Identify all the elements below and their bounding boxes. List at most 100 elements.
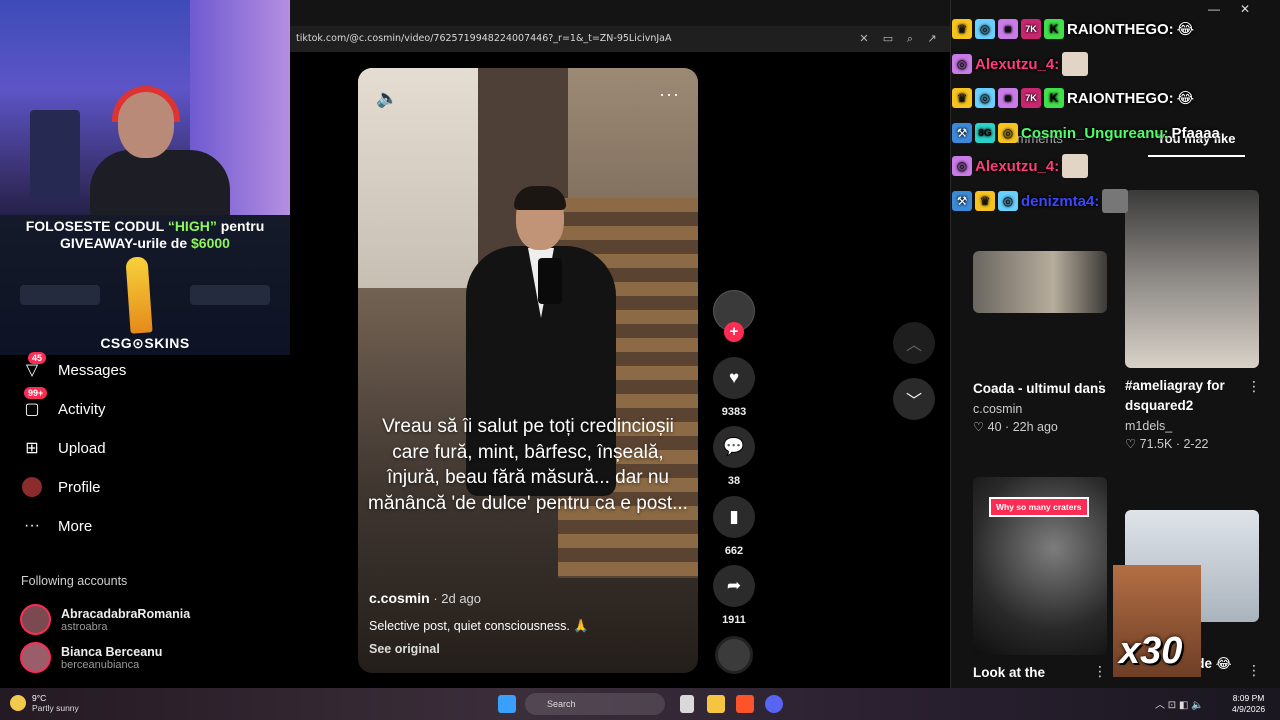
task-view-icon[interactable] [680,695,694,713]
mute-tab-icon[interactable]: ✕ [856,31,872,47]
card-user[interactable]: c.cosmin [973,402,1107,416]
emote-icon [1102,189,1129,213]
sub-badge-icon: 7K [1021,19,1041,39]
crown-badge-icon: ♛ [975,191,995,211]
brave-browser-icon[interactable] [736,695,754,713]
card-title[interactable]: Look at the [973,663,1107,683]
emote-multiplier: x30 [1119,630,1183,672]
video-description: Selective post, quiet consciousness. 🙏 [369,619,589,633]
chevron-down-icon: ﹀ [905,393,922,410]
messages-icon: ▽ 45 [20,352,47,382]
card-more-icon[interactable]: ⋮ [1093,378,1107,395]
card-more-icon[interactable]: ⋮ [1247,378,1261,395]
author-name[interactable]: c.cosmin [369,590,430,606]
recommended-video-card[interactable]: Coada - ultimul dans c.cosmin ♡ 40 · 22h… [973,251,1107,434]
video-player[interactable]: 🔈 ··· Vreau să îi salut pe toți credinci… [358,68,698,673]
chat-username: Alexutzu_4: [975,55,1060,73]
video-thumbnail[interactable] [1125,190,1259,368]
recommended-video-card[interactable]: #ameliagray for dsquared2 m1dels_ ♡ 71.5… [1125,190,1261,451]
following-account[interactable]: AbracadabraRomania astroabra [20,604,190,635]
nav-profile-label: Profile [58,478,101,496]
upload-icon: ⊞ [25,440,39,457]
emote-icon [1062,52,1089,76]
close-icon[interactable]: ✕ [1240,2,1250,16]
video-thumbnail[interactable] [973,251,1107,313]
next-video-button[interactable]: ﹀ [893,378,935,420]
sound-disc-icon[interactable] [715,636,753,674]
chat-username: denizmta4: [1021,192,1100,210]
recommended-video-card[interactable]: Why so many craters Look at the ⋮ [973,477,1107,683]
card-user[interactable]: m1dels_ [1125,419,1259,433]
chat-message: ♛ ◎ ■ 7K K RAIONTHEGO: 😂 [952,85,1194,111]
share-action[interactable]: ➦ 1911 [712,565,756,626]
account-handle: astroabra [61,620,108,633]
crown-badge-icon: ♛ [952,19,972,39]
previous-video-button[interactable]: ︿ [893,322,935,364]
weather-widget[interactable]: 9°C Partly sunny [10,693,79,713]
robot-badge-icon: ◎ [975,19,995,39]
chat-username: Alexutzu_4: [975,157,1060,175]
zoom-icon[interactable]: ⌕ [902,31,918,47]
taskbar: 9°C Partly sunny Search ︿ ⊡ ◧ 🔈 8:09 PM … [0,688,1280,720]
nav-messages[interactable]: ▽ 45 Messages [20,352,126,383]
chat-message: ⚒ 8G ◎ Cosmin_Ungureanu: Pfaaaa [952,120,1220,146]
gift-badge-icon: ■ [998,88,1018,108]
nav-activity[interactable]: ▢ 99+ Activity [20,387,106,422]
robot-badge-icon: ◎ [952,156,972,176]
webcam-overlay: FOLOSESTE CODUL “HIGH” pentru GIVEAWAY-u… [0,0,290,355]
activity-icon: ▢ 99+ [20,387,48,421]
minimize-icon[interactable]: — [1208,2,1220,16]
save-action[interactable]: ▮ 662 [712,496,756,557]
nav-profile[interactable]: Profile [20,474,101,500]
see-original-link[interactable]: See original [369,642,440,656]
knife-skin-image [125,256,153,334]
robot-badge-icon: ◎ [975,88,995,108]
taskbar-search[interactable]: Search [525,693,665,715]
file-explorer-icon[interactable] [707,695,725,713]
video-thumbnail[interactable]: Why so many craters [973,477,1107,655]
tray-icons[interactable]: ︿ ⊡ ◧ 🔈 [1155,696,1204,711]
promo-brand: CSG⊙SKINS [100,335,190,351]
more-dots-icon: ··· [24,517,40,534]
account-name: Bianca Berceanu [61,644,163,659]
account-avatar [20,642,51,673]
following-account[interactable]: Bianca Berceanu berceanubianca [20,642,162,673]
comment-action[interactable]: 💬 38 [712,426,756,487]
picture-in-picture-icon[interactable]: ▭ [880,31,896,47]
card-title[interactable]: Coada - ultimul dans [973,379,1107,399]
share-count: 1911 [722,614,746,626]
video-author[interactable]: c.cosmin · 2d ago [369,590,481,606]
promo-banner: FOLOSESTE CODUL “HIGH” pentru GIVEAWAY-u… [0,215,290,355]
video-more-icon[interactable]: ··· [659,84,680,105]
video-person [456,186,616,588]
following-accounts-title: Following accounts [21,574,128,588]
follow-plus-icon[interactable]: + [724,322,744,342]
discord-icon[interactable] [765,695,783,713]
address-bar-url[interactable]: tiktok.com/@c.cosmin/video/7625719948224… [296,33,671,44]
robot-badge-icon: ◎ [998,123,1018,143]
share-arrow-icon[interactable]: ➦ [713,565,755,607]
nav-more[interactable]: ··· More [20,513,92,539]
robot-badge-icon: ◎ [952,54,972,74]
chat-text: 😂 [1176,21,1195,38]
chat-username: RAIONTHEGO: [1067,89,1174,107]
system-clock[interactable]: 8:09 PM 4/9/2026 [1232,693,1265,715]
bookmark-icon[interactable]: ▮ [713,496,755,538]
card-title[interactable]: #ameliagray for dsquared2 [1125,376,1259,416]
share-icon[interactable]: ↗ [924,31,940,47]
card-more-icon[interactable]: ⋮ [1093,663,1107,680]
nav-upload[interactable]: ⊞ Upload [20,435,105,461]
volume-icon[interactable]: 🔈 [376,88,398,109]
person-hair [514,186,566,210]
rifle-skin-image [190,285,270,305]
comment-icon[interactable]: 💬 [713,426,755,468]
gift-badge-icon: ■ [998,19,1018,39]
like-action[interactable]: ♥ 9383 [712,357,756,418]
chat-text: 😂 [1176,90,1195,107]
card-more-icon[interactable]: ⋮ [1247,662,1261,679]
heart-icon[interactable]: ♥ [713,357,755,399]
windows-start-icon[interactable] [498,695,516,713]
kick-badge-icon: K [1044,19,1064,39]
person-phone [538,258,562,304]
chat-message: ◎ Alexutzu_4: [952,51,1089,77]
